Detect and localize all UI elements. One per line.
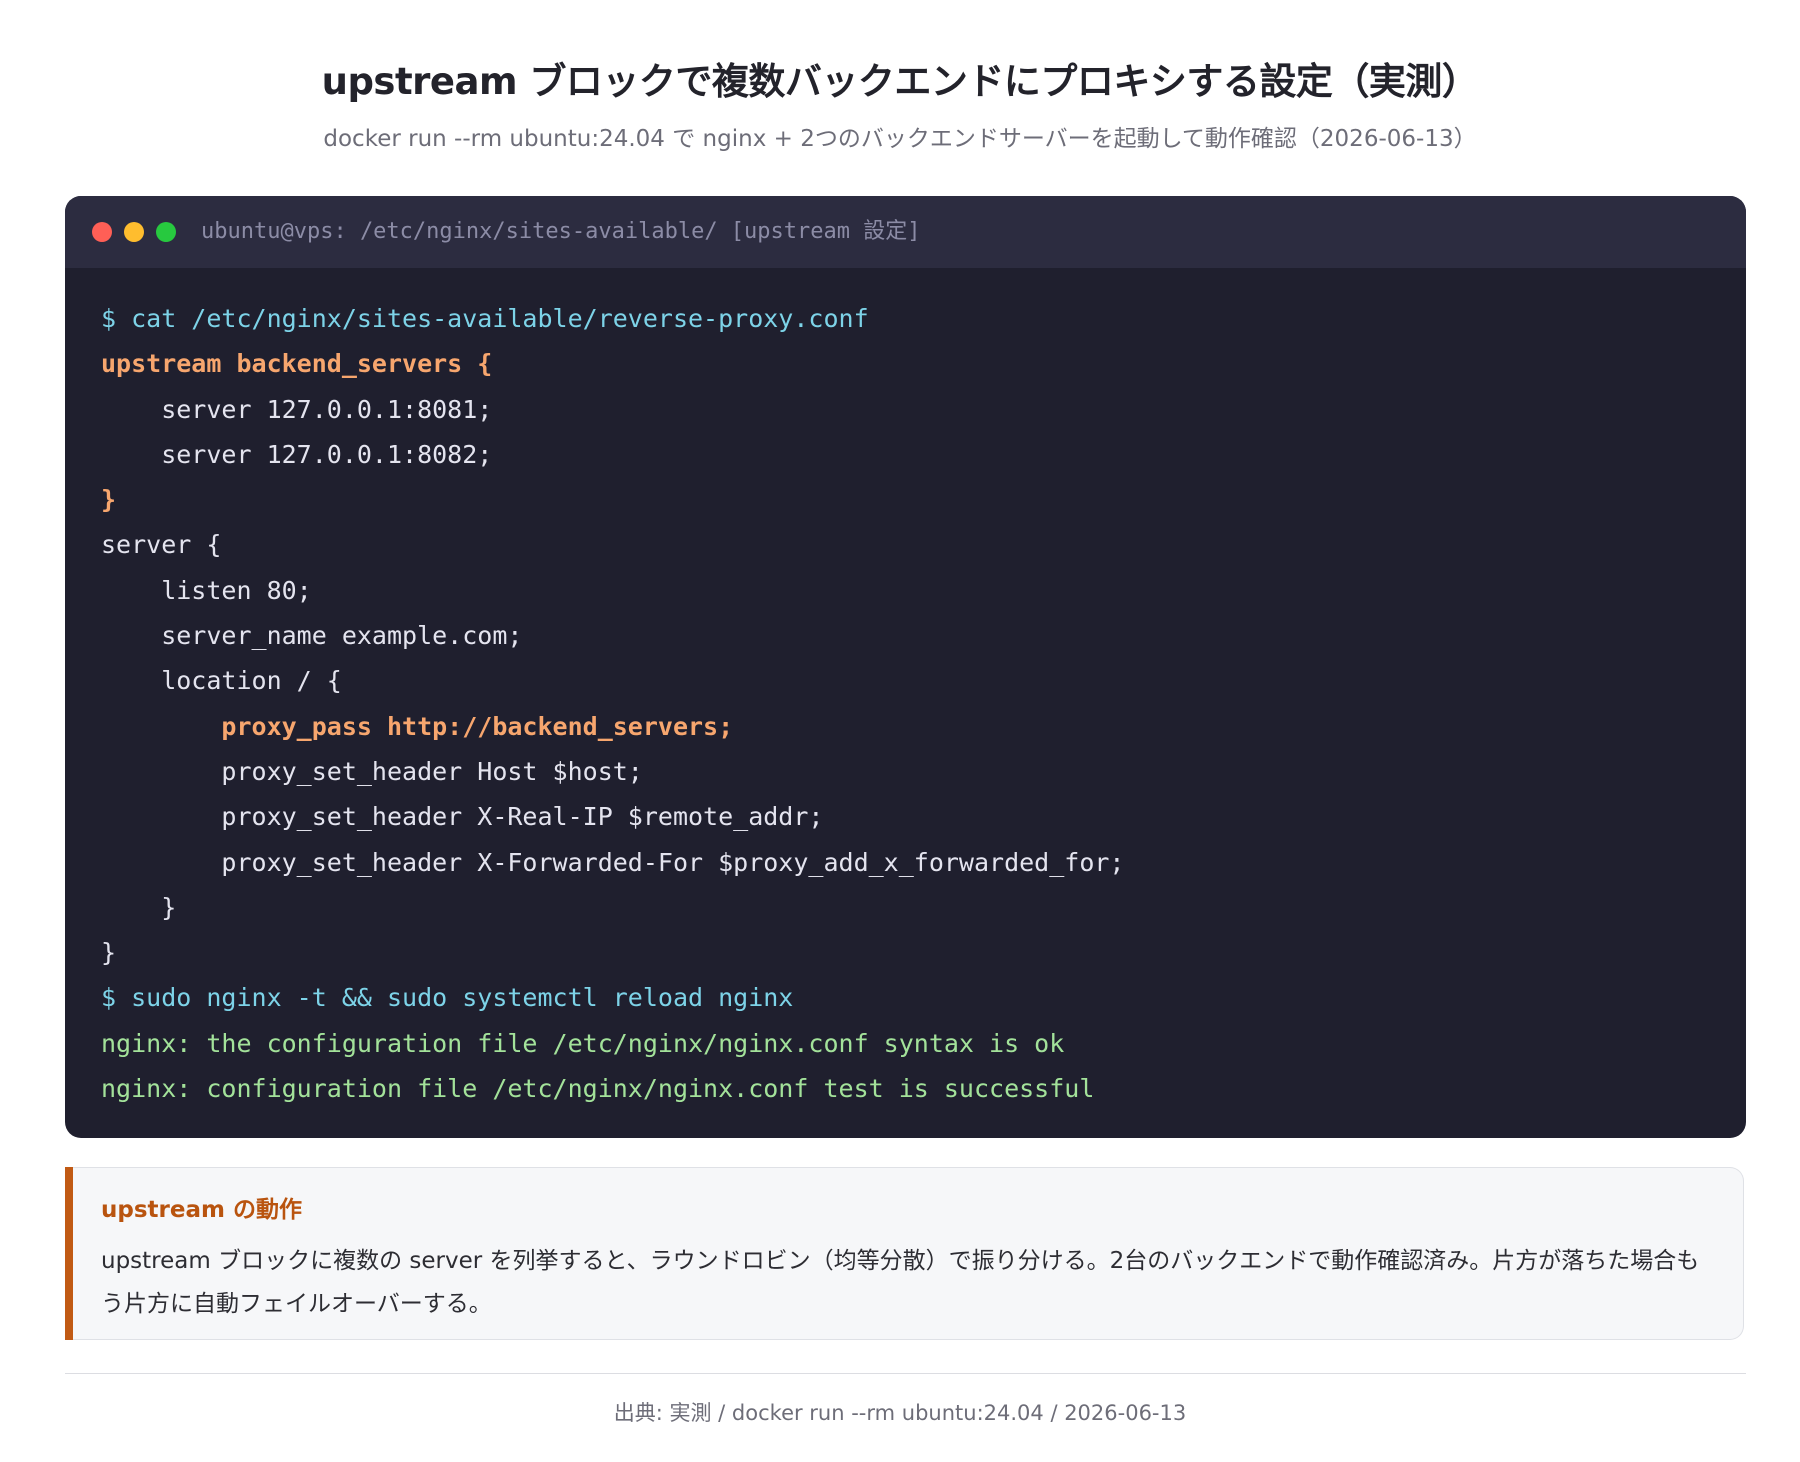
code-line-proxy-pass: proxy_pass http://backend_servers; bbox=[101, 711, 734, 741]
code-line: proxy_set_header X-Forwarded-For $proxy_… bbox=[101, 847, 1125, 877]
code-line: server_name example.com; bbox=[101, 621, 523, 651]
code-line: } bbox=[101, 938, 117, 968]
close-window-icon[interactable] bbox=[92, 222, 112, 242]
callout-text: upstream ブロックに複数の server を列挙すると、ラウンドロビン（… bbox=[101, 1248, 1700, 1317]
command-line: $ cat /etc/nginx/sites-available/reverse… bbox=[101, 304, 869, 333]
code-line-upstream-open: upstream backend_servers { bbox=[101, 349, 493, 379]
code-line: listen 80; bbox=[101, 575, 312, 605]
code-line: proxy_set_header Host $host; bbox=[101, 756, 643, 786]
terminal-title: ubuntu@vps: /etc/nginx/sites-available/ … bbox=[201, 219, 921, 244]
code-line-upstream-close: } bbox=[101, 485, 117, 515]
footer-divider bbox=[65, 1373, 1746, 1374]
page-header: upstream ブロックで複数バックエンドにプロキシする設定（実測） dock… bbox=[0, 0, 1800, 154]
info-callout: upstream の動作 upstream ブロックに複数の server を列… bbox=[65, 1167, 1744, 1340]
terminal-window: ubuntu@vps: /etc/nginx/sites-available/ … bbox=[65, 196, 1746, 1138]
code-line: server 127.0.0.1:8081; bbox=[101, 394, 493, 424]
callout-heading: upstream の動作 bbox=[101, 1197, 302, 1223]
output-line-success: nginx: configuration file /etc/nginx/ngi… bbox=[101, 1074, 1095, 1104]
page-title: upstream ブロックで複数バックエンドにプロキシする設定（実測） bbox=[321, 60, 1479, 103]
code-line: server 127.0.0.1:8082; bbox=[101, 439, 493, 469]
source-footer: 出典: 実測 / docker run --rm ubuntu:24.04 / … bbox=[613, 1401, 1187, 1425]
maximize-window-icon[interactable] bbox=[156, 222, 176, 242]
minimize-window-icon[interactable] bbox=[124, 222, 144, 242]
terminal-output[interactable]: $ cat /etc/nginx/sites-available/reverse… bbox=[65, 268, 1746, 1111]
command-line: $ sudo nginx -t && sudo systemctl reload… bbox=[101, 983, 794, 1013]
terminal-titlebar: ubuntu@vps: /etc/nginx/sites-available/ … bbox=[65, 196, 1746, 268]
code-line: server { bbox=[101, 530, 222, 560]
page-subtitle: docker run --rm ubuntu:24.04 で nginx + 2… bbox=[323, 126, 1477, 152]
callout-accent-bar bbox=[65, 1167, 73, 1340]
code-line: location / { bbox=[101, 666, 342, 696]
output-line-success: nginx: the configuration file /etc/nginx… bbox=[101, 1028, 1065, 1058]
code-line: proxy_set_header X-Real-IP $remote_addr; bbox=[101, 802, 824, 832]
code-line: } bbox=[101, 892, 177, 922]
